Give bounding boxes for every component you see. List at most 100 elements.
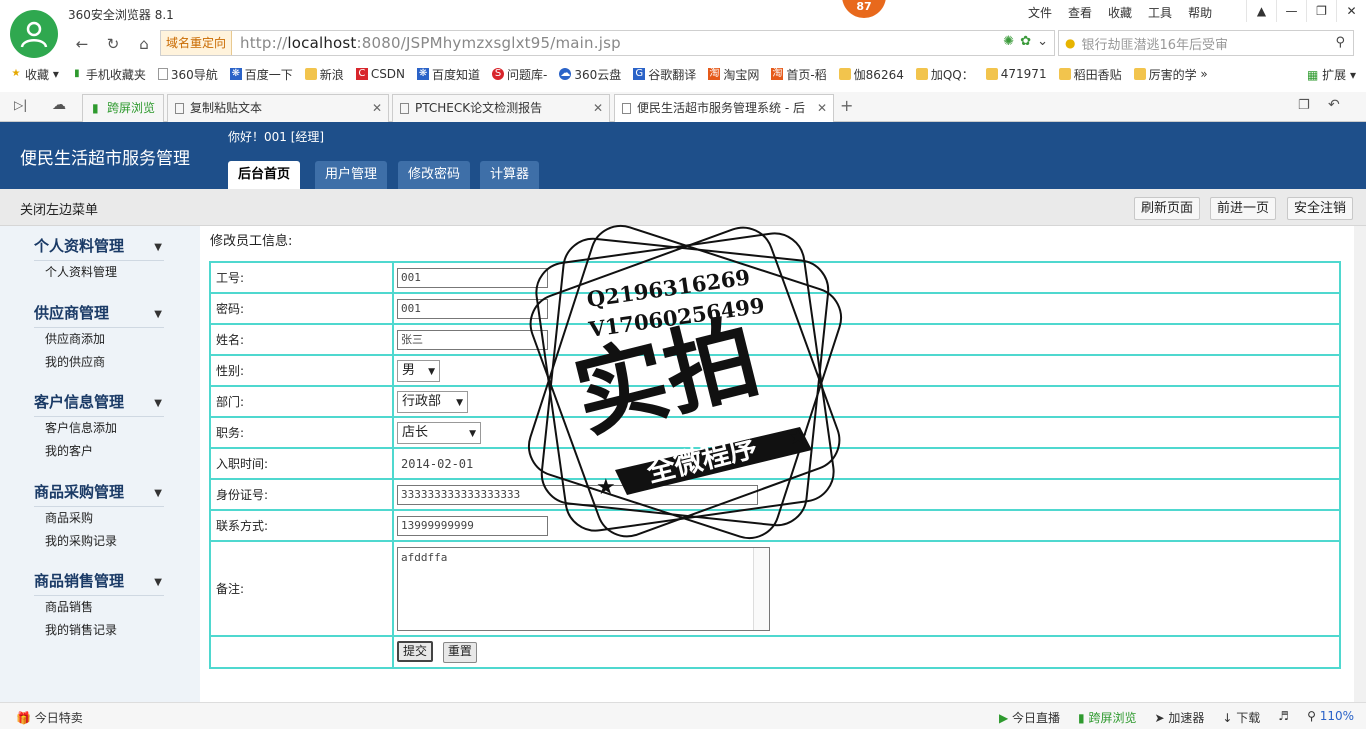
name-input[interactable]: 张三 bbox=[397, 329, 548, 350]
bookmark-csdn[interactable]: C CSDN bbox=[355, 67, 405, 81]
submit-button[interactable]: 提交 bbox=[397, 641, 434, 662]
menu-help[interactable]: 帮助 bbox=[1180, 4, 1220, 21]
menu-file[interactable]: 文件 bbox=[1020, 4, 1060, 21]
contact-input[interactable]: 13999999999 bbox=[397, 515, 548, 536]
url-text[interactable]: http://localhost:8080/JSPMhymzxsglxt95/m… bbox=[232, 34, 621, 52]
tab-copy-paste[interactable]: 复制粘贴文本 ✕ bbox=[167, 94, 389, 122]
emp-id-input[interactable]: 001 bbox=[397, 267, 548, 288]
tab-close-icon[interactable]: ✕ bbox=[593, 95, 603, 121]
speed-icon[interactable]: ✺ bbox=[1003, 34, 1014, 49]
maximize-icon[interactable]: ❐ bbox=[1306, 0, 1336, 22]
chevron-down-icon[interactable]: ▼ bbox=[154, 242, 162, 253]
bookmark-folder-2[interactable]: 加QQ： bbox=[915, 66, 974, 83]
sidebar-group-title[interactable]: 商品销售管理 ▼ bbox=[34, 570, 164, 596]
tab-active-app[interactable]: 便民生活超市服务管理系统 - 后 ✕ bbox=[614, 94, 834, 123]
sidebar-item-add-customer[interactable]: 客户信息添加 bbox=[45, 417, 164, 440]
tab-ptcheck[interactable]: PTCHECK论文检测报告 ✕ bbox=[392, 94, 610, 122]
position-select[interactable]: 店长 ▼ bbox=[397, 421, 481, 444]
skin-icon[interactable]: ▲ bbox=[1246, 0, 1276, 22]
bookmark-mobile[interactable]: ▮ 手机收藏夹 bbox=[71, 66, 146, 83]
bookmark-favorites[interactable]: ★ 收藏 ▾ bbox=[10, 66, 59, 83]
status-zoom[interactable]: ⚲ 110% bbox=[1307, 709, 1354, 726]
reset-button[interactable]: 重置 bbox=[442, 642, 477, 663]
sidebar-item-purchase[interactable]: 商品采购 bbox=[45, 507, 164, 530]
sidebar-item-profile[interactable]: 个人资料管理 bbox=[45, 261, 164, 284]
back-arrow-icon[interactable]: ← bbox=[70, 33, 94, 55]
sidebar-item-sales-records[interactable]: 我的销售记录 bbox=[45, 619, 164, 642]
sidebar-item-add-supplier[interactable]: 供应商添加 bbox=[45, 328, 164, 351]
status-deals[interactable]: 🎁 今日特卖 bbox=[16, 709, 83, 726]
bookmark-baidu-zhidao[interactable]: ❋ 百度知道 bbox=[417, 66, 480, 83]
toggle-left-menu-link[interactable]: 关闭左边菜单 bbox=[20, 199, 98, 218]
search-input[interactable]: ● 银行劫匪潜逃16年后受审 ⚲ bbox=[1058, 30, 1354, 56]
chevron-down-icon[interactable]: ▼ bbox=[154, 488, 162, 499]
undo-icon[interactable]: ↶ bbox=[1328, 97, 1340, 113]
cloud-icon[interactable]: ☁ bbox=[52, 97, 66, 113]
bookmark-360nav[interactable]: 360导航 bbox=[157, 66, 218, 83]
forward-page-button[interactable]: 前进一页 bbox=[1210, 197, 1277, 220]
minimize-icon[interactable]: — bbox=[1276, 0, 1306, 22]
hire-date-input[interactable]: 2014-02-01 bbox=[397, 453, 548, 474]
browser-logo-avatar[interactable] bbox=[10, 10, 58, 58]
tab-change-password[interactable]: 修改密码 bbox=[398, 161, 471, 189]
id-number-input[interactable]: 333333333333333333 bbox=[397, 484, 758, 505]
refresh-page-button[interactable]: 刷新页面 bbox=[1134, 197, 1201, 220]
tab-calculator[interactable]: 计算器 bbox=[480, 161, 540, 189]
bookmark-question-bank[interactable]: S 问题库- bbox=[492, 66, 547, 83]
bookmark-daotian[interactable]: 淘首页-稻 bbox=[771, 66, 827, 83]
status-live[interactable]: ▶ 今日直播 bbox=[999, 709, 1060, 726]
bookmark-folder-1[interactable]: 伽86264 bbox=[838, 66, 904, 83]
sidebar-item-purchase-records[interactable]: 我的采购记录 bbox=[45, 530, 164, 553]
search-icon[interactable]: ⚲ bbox=[1335, 35, 1345, 50]
bookmark-translate[interactable]: G 谷歌翻译 bbox=[633, 66, 696, 83]
bookmark-360cloud[interactable]: ☁ 360云盘 bbox=[559, 66, 621, 83]
compat-icon[interactable]: ✿ bbox=[1020, 34, 1031, 49]
bookmark-baidu[interactable]: ❋ 百度一下 bbox=[229, 66, 293, 83]
redirect-badge[interactable]: 域名重定向 bbox=[161, 31, 233, 55]
new-tab-icon[interactable]: + bbox=[840, 96, 853, 115]
bookmark-folder-5[interactable]: 厉害的学 » bbox=[1133, 66, 1208, 83]
tab-cross-screen[interactable]: ▮ 跨屏浏览 bbox=[82, 94, 164, 122]
home-icon[interactable]: ⌂ bbox=[132, 33, 156, 55]
refresh-icon[interactable]: ↻ bbox=[101, 33, 125, 55]
tab-close-icon[interactable]: ✕ bbox=[817, 95, 827, 121]
url-field[interactable]: 域名重定向 http://localhost:8080/JSPMhymzxsgl… bbox=[160, 30, 1055, 56]
logout-button[interactable]: 安全注销 bbox=[1287, 197, 1354, 220]
bookmark-folder-3[interactable]: 471971 bbox=[985, 67, 1047, 81]
sidebar-toggle-icon[interactable]: ▷| bbox=[14, 98, 27, 112]
tab-home[interactable]: 后台首页 bbox=[228, 161, 301, 189]
chevron-down-icon[interactable]: ⌄ bbox=[1037, 34, 1048, 49]
sidebar-item-my-suppliers[interactable]: 我的供应商 bbox=[45, 351, 164, 374]
tab-user-management[interactable]: 用户管理 bbox=[315, 161, 388, 189]
menu-view[interactable]: 查看 bbox=[1060, 4, 1100, 21]
chevron-down-icon[interactable]: ▼ bbox=[154, 398, 162, 409]
sidebar-group-title[interactable]: 客户信息管理 ▼ bbox=[34, 391, 164, 417]
bookmark-sina[interactable]: 新浪 bbox=[304, 66, 344, 83]
menu-favorites[interactable]: 收藏 bbox=[1100, 4, 1140, 21]
sidebar-group-title[interactable]: 个人资料管理 ▼ bbox=[34, 235, 164, 261]
notification-badge[interactable]: 87 bbox=[842, 0, 886, 18]
volume-icon[interactable]: ♬ bbox=[1278, 709, 1289, 726]
bookmark-taobao[interactable]: 淘淘宝网 bbox=[708, 66, 759, 83]
tab-close-icon[interactable]: ✕ bbox=[372, 95, 382, 121]
status-cross-screen[interactable]: ▮ 跨屏浏览 bbox=[1078, 709, 1136, 726]
chevron-down-icon[interactable]: ▼ bbox=[154, 577, 162, 588]
sidebar-item-my-customers[interactable]: 我的客户 bbox=[45, 440, 164, 463]
restore-window-icon[interactable]: ❐ bbox=[1298, 98, 1310, 113]
sidebar-item-sales[interactable]: 商品销售 bbox=[45, 596, 164, 619]
search-engine-icon[interactable]: ● bbox=[1065, 36, 1075, 50]
sidebar-group-title[interactable]: 商品采购管理 ▼ bbox=[34, 481, 164, 507]
sidebar-group-title[interactable]: 供应商管理 ▼ bbox=[34, 302, 164, 328]
extensions-button[interactable]: ▦ 扩展 ▾ bbox=[1307, 66, 1356, 83]
textarea-scrollbar[interactable] bbox=[753, 547, 769, 630]
chevron-down-icon[interactable]: ▼ bbox=[154, 309, 162, 320]
bookmark-folder-4[interactable]: 稻田香贴 bbox=[1058, 66, 1122, 83]
page-scrollbar[interactable] bbox=[1354, 226, 1366, 702]
department-select[interactable]: 行政部 ▼ bbox=[397, 390, 468, 413]
close-icon[interactable]: ✕ bbox=[1336, 0, 1366, 22]
remark-textarea[interactable]: afddffa bbox=[397, 546, 770, 631]
gender-select[interactable]: 男 ▼ bbox=[397, 359, 440, 382]
menu-tools[interactable]: 工具 bbox=[1140, 4, 1180, 21]
status-accelerator[interactable]: ➤ 加速器 bbox=[1154, 709, 1204, 726]
status-download[interactable]: ↓ 下载 bbox=[1222, 709, 1260, 726]
